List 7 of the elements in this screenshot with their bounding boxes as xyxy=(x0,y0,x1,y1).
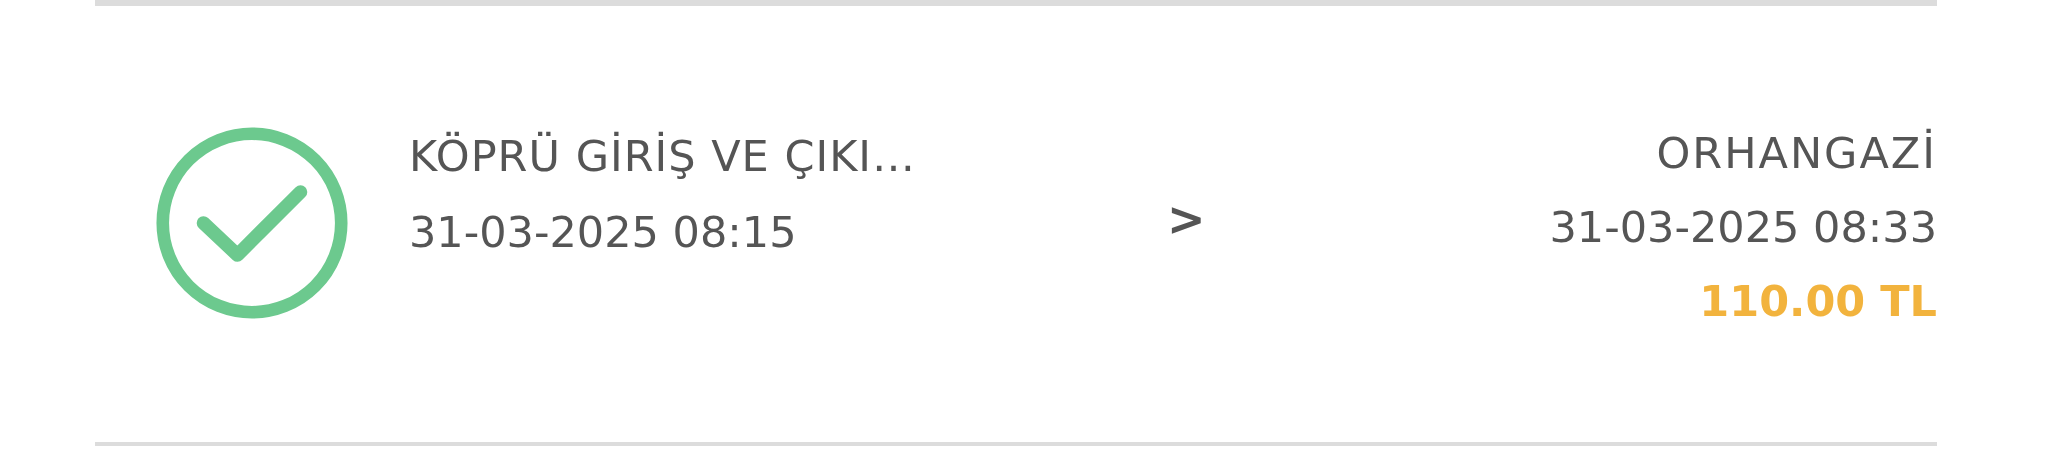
exit-station: ORHANGAZİ xyxy=(1656,128,1937,178)
entry-station: KÖPRÜ GİRİŞ VE ÇIKI… xyxy=(409,131,917,181)
entry-time: 31-03-2025 08:15 xyxy=(409,207,798,257)
exit-time: 31-03-2025 08:33 xyxy=(1549,202,1937,252)
separator-chevron: > xyxy=(1167,192,1206,246)
trip-card[interactable]: KÖPRÜ GİRİŞ VE ÇIKI… 31-03-2025 08:15 > ORHANGAZİ 31-03-2025 08:33 110.00 TL xyxy=(95,0,1937,446)
toll-amount: 110.00 TL xyxy=(1699,276,1937,326)
